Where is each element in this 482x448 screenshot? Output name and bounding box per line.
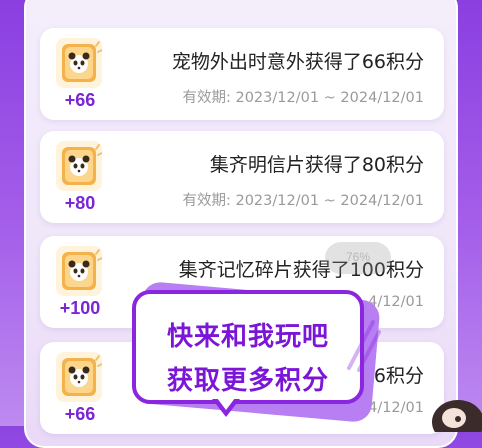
- decorative-stripes-icon: [347, 320, 381, 372]
- points-amount: +80: [64, 193, 96, 213]
- promo-bubble-tail-inner: [217, 398, 235, 410]
- record-title: 6积分: [373, 365, 424, 387]
- panda-ticket-icon: [56, 38, 102, 88]
- points-amount: +100: [59, 298, 101, 318]
- panda-ticket-icon: [56, 246, 102, 296]
- promo-text-line1: 快来和我玩吧: [166, 322, 329, 352]
- promo-text-line2: 获取更多积分: [166, 366, 329, 396]
- background-stripe-left: [0, 0, 26, 426]
- record-title: 宠物外出时意外获得了66积分: [171, 51, 424, 73]
- points-record-card: +80 集齐明信片获得了80积分 有效期: 2023/12/01 ~ 2024/…: [40, 131, 444, 223]
- validity-period: 4/12/01: [368, 400, 424, 416]
- validity-period: 有效期: 2023/12/01 ~ 2024/12/01: [182, 193, 424, 209]
- panda-ticket-icon: [56, 141, 102, 191]
- mascot-icon[interactable]: [428, 392, 482, 432]
- points-amount: +66: [64, 404, 96, 424]
- validity-period: 有效期: 2023/12/01 ~ 2024/12/01: [182, 90, 424, 106]
- points-record-card: +66 宠物外出时意外获得了66积分 有效期: 2023/12/01 ~ 202…: [40, 28, 444, 120]
- record-title: 集齐明信片获得了80积分: [209, 154, 424, 176]
- progress-indicator: 76%: [325, 242, 391, 274]
- points-amount: +66: [64, 90, 96, 110]
- panda-ticket-icon: [56, 352, 102, 402]
